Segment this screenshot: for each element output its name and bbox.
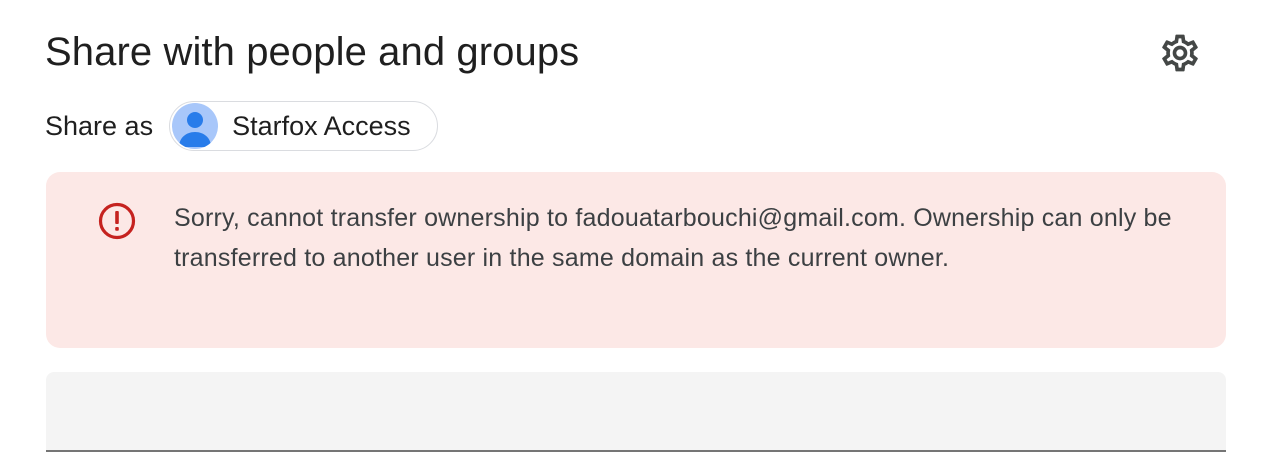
error-circle-icon (98, 202, 136, 240)
add-people-input[interactable] (46, 372, 1226, 452)
avatar (172, 103, 219, 149)
dialog-title: Share with people and groups (45, 30, 580, 74)
share-dialog: Share with people and groups Share as St… (0, 0, 1262, 468)
share-as-account-chip[interactable]: Starfox Access (169, 101, 438, 151)
share-as-label: Share as (45, 110, 154, 141)
error-banner: Sorry, cannot transfer ownership to fado… (46, 172, 1226, 348)
settings-button[interactable] (1152, 25, 1208, 81)
account-name: Starfox Access (232, 110, 411, 141)
gear-icon (1162, 34, 1198, 72)
share-as-row: Share as Starfox Access (45, 100, 438, 152)
error-message: Sorry, cannot transfer ownership to fado… (174, 204, 1172, 272)
person-icon (179, 112, 212, 147)
